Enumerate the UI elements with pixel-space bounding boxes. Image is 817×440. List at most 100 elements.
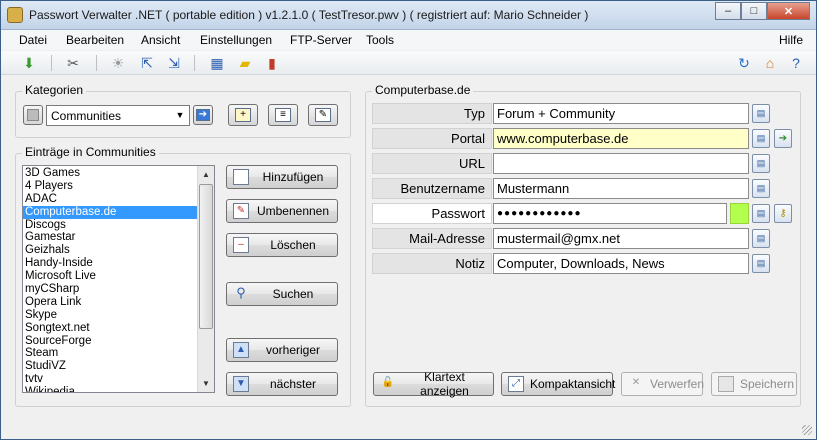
category-add-button[interactable]: + [228,104,258,126]
scroll-thumb[interactable] [199,184,213,329]
key-icon[interactable]: ⚷ [774,204,792,223]
tools-icon[interactable]: ✂ [65,55,81,71]
note-copy-icon[interactable]: ▤ [752,254,770,273]
menu-ftp-server[interactable]: FTP-Server [290,33,352,47]
list-item[interactable]: ADAC [23,193,198,206]
app-window: Passwort Verwalter .NET ( portable editi… [0,0,817,440]
close-button[interactable]: ✕ [767,2,810,20]
category-rename-button[interactable]: ≡ [268,104,298,126]
show-cleartext-label: Klartext anzeigen [420,370,469,398]
password-copy-icon[interactable]: ▤ [752,204,770,223]
entries-group-label: Einträge in Communities [22,145,159,159]
mail-field[interactable]: mustermail@gmx.net [493,228,749,249]
maximize-button[interactable]: □ [741,2,767,20]
list-item[interactable]: Gamestar [23,231,198,244]
discard-button[interactable]: ✕ Verwerfen [621,372,705,396]
category-select[interactable]: Communities ▼ [46,105,190,126]
list-item[interactable]: Computerbase.de [23,205,198,219]
list-item[interactable]: Skype [23,309,198,322]
minimize-button[interactable]: – [715,2,741,20]
status-bar [1,415,816,439]
compact-view-button[interactable]: ⤢ Kompaktansicht [501,372,615,396]
list-item[interactable]: myCSharp [23,283,198,296]
home-icon[interactable]: ⌂ [762,55,778,71]
chart-icon[interactable]: ▮ [264,55,280,71]
category-edit-button[interactable]: ✎ [308,104,338,126]
toolbar: ⬇ ✂ ☀ ⇱ ⇲ ▦ ▰ ▮ ↻ ⌂ ? [1,51,816,75]
scroll-up-icon[interactable]: ▲ [198,166,214,183]
url-field[interactable] [493,153,749,174]
list-item[interactable]: Geizhals [23,244,198,257]
next-entry-label: nächster [269,377,317,391]
delete-entry-label: Löschen [270,238,316,252]
note-field[interactable]: Computer, Downloads, News [493,253,749,274]
typ-copy-icon[interactable]: ▤ [752,104,770,123]
url-copy-icon[interactable]: ▤ [752,154,770,173]
list-item[interactable]: Microsoft Live [23,270,198,283]
portal-field[interactable]: www.computerbase.de [493,128,749,149]
list-item[interactable]: Wikipedia [23,386,198,392]
add-entry-button[interactable]: Hinzufügen [226,165,338,189]
help-icon[interactable]: ? [788,55,804,71]
toolbar-separator [51,55,52,71]
portal-copy-icon[interactable]: ▤ [752,129,770,148]
export-icon[interactable]: ⇱ [139,55,155,71]
list-item[interactable]: 4 Players [23,180,198,193]
rename-category-icon: ≡ [275,108,291,122]
entries-list[interactable]: 3D Games 4 Players ADAC Computerbase.de Disc… [22,165,215,393]
rename-entry-button[interactable]: ✎ Umbenennen [226,199,338,223]
mail-label: Mail-Adresse [372,228,492,249]
password-field[interactable]: ●●●●●●●●●●●● [493,203,727,224]
search-button[interactable]: ⚲ Suchen [226,282,338,306]
typ-label: Typ [372,103,492,124]
next-entry-button[interactable]: ▼ nächster [226,372,338,396]
list-item[interactable]: 3D Games [23,167,198,180]
delete-entry-button[interactable]: – Löschen [226,233,338,257]
category-back-button[interactable] [23,105,43,125]
list-item[interactable]: Songtext.net [23,322,198,335]
mail-copy-icon[interactable]: ▤ [752,229,770,248]
note-icon[interactable]: ▰ [237,55,253,71]
discard-icon: ✕ [631,377,641,388]
entries-scrollbar[interactable]: ▲ ▼ [197,166,214,392]
url-label: URL [372,153,492,174]
arrow-up-icon: ▲ [233,342,249,358]
previous-entry-button[interactable]: ▲ vorheriger [226,338,338,362]
menu-einstellungen[interactable]: Einstellungen [200,33,272,47]
menu-datei[interactable]: Datei [19,33,47,47]
list-item[interactable]: tvtv [23,373,198,386]
discard-label: Verwerfen [650,377,705,391]
search-icon: ⚲ [236,285,246,300]
username-field[interactable]: Mustermann [493,178,749,199]
save-button[interactable]: Speichern [711,372,797,396]
show-cleartext-button[interactable]: 🔓 Klartext anzeigen [373,370,494,398]
password-strength-indicator [730,203,749,224]
list-item[interactable]: Discogs [23,219,198,232]
app-icon [7,7,23,23]
list-item[interactable]: Steam [23,347,198,360]
list-item[interactable]: Opera Link [23,296,198,309]
category-select-value: Communities [51,109,122,123]
typ-field[interactable]: Forum + Community [493,103,749,124]
open-url-icon[interactable]: ➔ [774,129,792,148]
menu-ansicht[interactable]: Ansicht [141,33,180,47]
list-item[interactable]: StudiVZ [23,360,198,373]
refresh-icon[interactable]: ↻ [736,55,752,71]
delete-icon: – [233,237,249,253]
resize-grip-icon[interactable] [802,425,812,435]
menu-hilfe[interactable]: Hilfe [779,33,803,47]
username-copy-icon[interactable]: ▤ [752,179,770,198]
category-back-icon [27,109,39,121]
previous-entry-label: vorheriger [265,343,321,357]
import-icon[interactable]: ⇲ [166,55,182,71]
bulb-icon[interactable]: ☀ [110,55,126,71]
table-icon[interactable]: ▦ [209,55,225,71]
menu-bearbeiten[interactable]: Bearbeiten [66,33,124,47]
scroll-down-icon[interactable]: ▼ [198,375,214,392]
title-bar[interactable]: Passwort Verwalter .NET ( portable editi… [1,1,816,30]
category-go-button[interactable]: ➔ [193,105,213,125]
menu-tools[interactable]: Tools [366,33,394,47]
list-item[interactable]: SourceForge [23,335,198,348]
download-icon[interactable]: ⬇ [21,55,37,71]
list-item[interactable]: Handy-Inside [23,257,198,270]
